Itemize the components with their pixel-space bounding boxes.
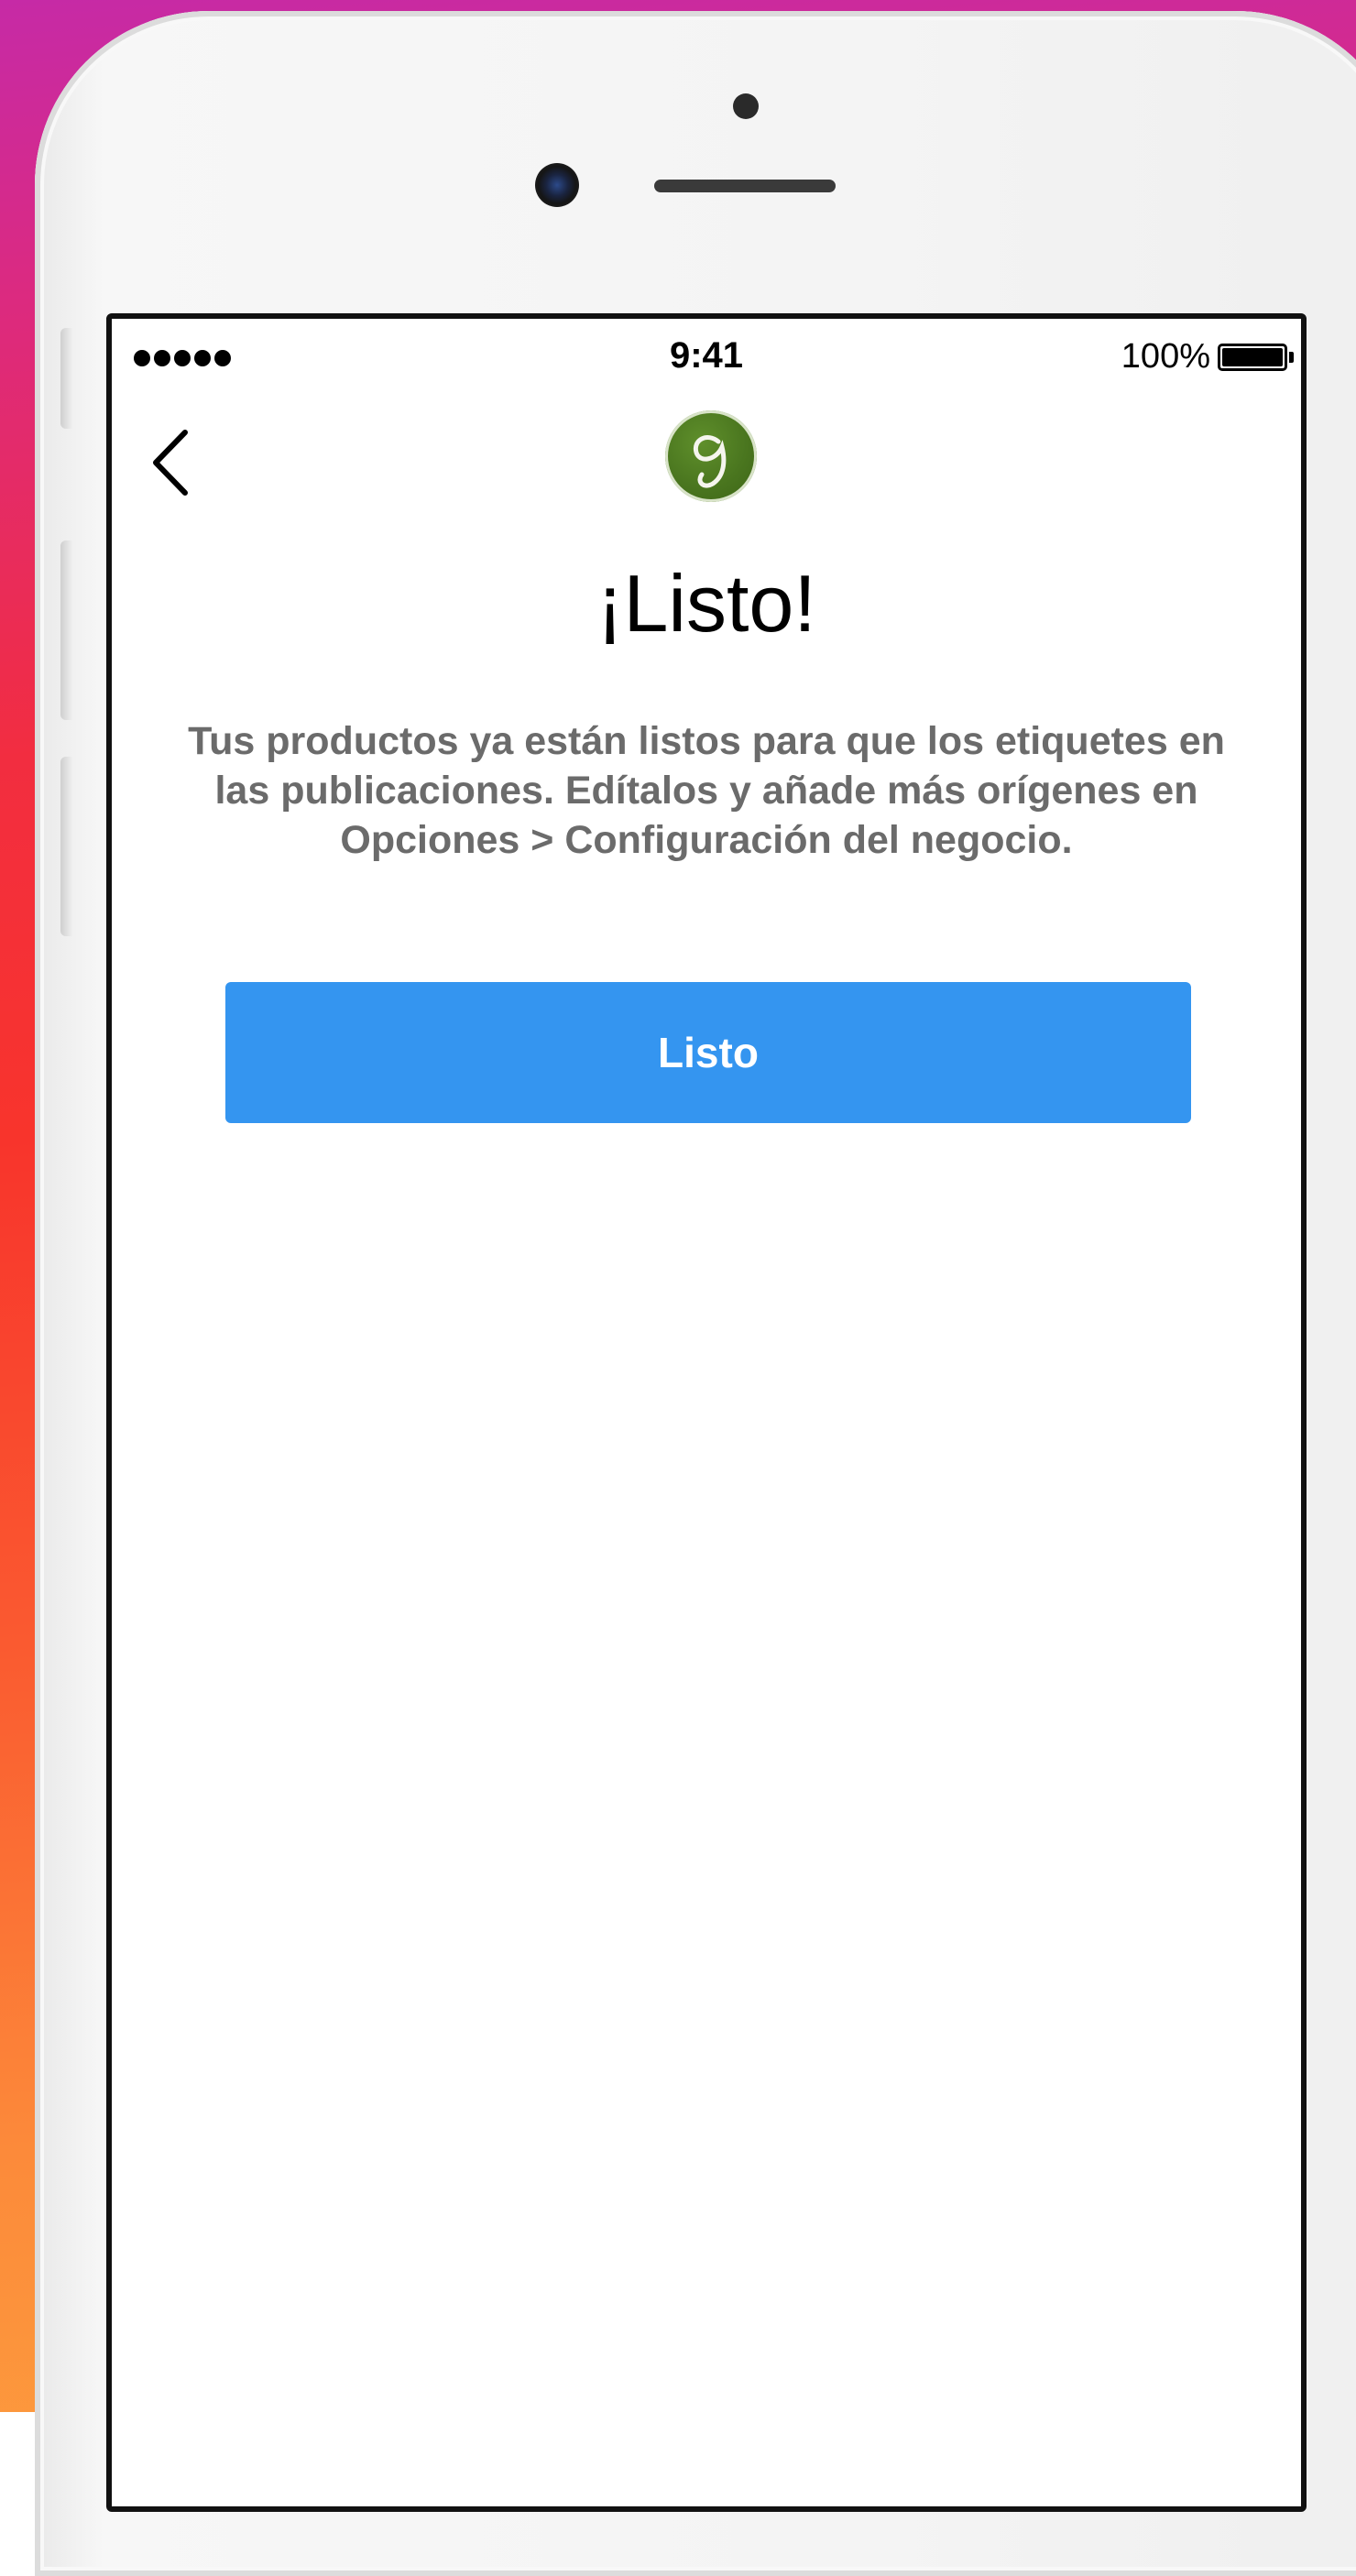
battery-status: 100% — [1121, 337, 1294, 377]
front-camera-icon — [535, 163, 579, 207]
back-button[interactable] — [147, 421, 202, 504]
phone-screen: 9:41 100% ¡Listo! Tus productos ya están… — [106, 313, 1307, 2512]
silent-switch — [60, 328, 73, 429]
volume-down-button — [60, 757, 73, 936]
battery-icon — [1218, 343, 1287, 371]
earpiece-speaker — [654, 180, 836, 192]
chevron-left-icon — [153, 430, 188, 496]
proximity-sensor — [733, 93, 759, 119]
battery-percent: 100% — [1121, 337, 1210, 376]
done-button[interactable]: Listo — [225, 982, 1191, 1123]
business-logo-icon — [665, 410, 757, 502]
description-text: Tus productos ya están listos para que l… — [188, 719, 1225, 862]
page-title: ¡Listo! — [596, 558, 816, 649]
battery-tip — [1289, 351, 1294, 363]
volume-up-button — [60, 540, 73, 720]
